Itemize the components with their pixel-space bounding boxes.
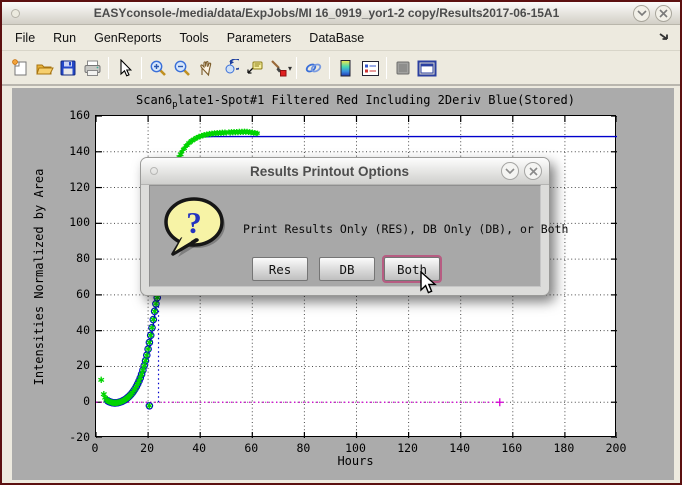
menu-item-database[interactable]: DataBase	[300, 28, 373, 48]
dock-figure-button[interactable]	[415, 56, 439, 80]
zoom-out-icon	[173, 59, 191, 77]
res-button[interactable]: Res	[252, 257, 308, 281]
chevron-down-icon	[637, 10, 647, 17]
x-axis-label: Hours	[95, 454, 616, 468]
legend-icon	[361, 60, 380, 77]
x-tick-label: 140	[440, 441, 480, 455]
window-title: EASYconsole-/media/data/ExpJobs/MI 16_09…	[20, 6, 633, 20]
dialog-close-button[interactable]	[524, 162, 542, 180]
rotate-3d-button[interactable]	[218, 56, 242, 80]
close-button[interactable]	[655, 5, 672, 22]
y-tick-label: 60	[40, 287, 90, 301]
menu-item-run[interactable]: Run	[44, 28, 85, 48]
chevron-down-icon	[505, 168, 515, 175]
new-document-icon	[11, 59, 29, 77]
zoom-in-icon	[149, 59, 167, 77]
dialog-titlebar[interactable]: Results Printout Options	[141, 158, 549, 185]
toolbar: ▾	[2, 52, 680, 86]
shade-button[interactable]	[633, 5, 650, 22]
plot-tools-icon	[395, 60, 411, 76]
menu-item-file[interactable]: File	[6, 28, 44, 48]
y-tick-label: 40	[40, 323, 90, 337]
app-window: EASYconsole-/media/data/ExpJobs/MI 16_09…	[0, 0, 682, 485]
window-titlebar[interactable]: EASYconsole-/media/data/ExpJobs/MI 16_09…	[2, 2, 680, 25]
data-cursor-icon	[245, 59, 264, 77]
pointer-icon	[117, 59, 133, 77]
colorbar-icon	[339, 59, 353, 78]
data-cursor-button[interactable]	[242, 56, 266, 80]
x-tick-label: 120	[388, 441, 428, 455]
y-tick-label: -20	[40, 430, 90, 444]
pointer-tool-button[interactable]	[113, 56, 137, 80]
x-tick-label: 40	[179, 441, 219, 455]
question-bubble-icon: ?	[160, 194, 232, 260]
insert-legend-button[interactable]	[358, 56, 382, 80]
x-tick-label: 100	[336, 441, 376, 455]
y-tick-label: 80	[40, 251, 90, 265]
window-menu-button[interactable]	[11, 9, 20, 18]
open-folder-icon	[35, 59, 54, 77]
x-tick-label: 80	[283, 441, 323, 455]
link-plots-icon	[304, 59, 323, 77]
close-icon	[529, 167, 538, 176]
results-printout-dialog: Results Printout Options ? Print Results…	[140, 157, 550, 296]
open-button[interactable]	[32, 56, 56, 80]
db-button[interactable]: DB	[319, 257, 375, 281]
y-tick-label: 120	[40, 180, 90, 194]
link-plots-button[interactable]	[301, 56, 325, 80]
hide-plot-tools-button[interactable]	[391, 56, 415, 80]
brush-button[interactable]	[266, 56, 290, 80]
menu-item-genreports[interactable]: GenReports	[85, 28, 170, 48]
close-icon	[659, 9, 668, 18]
both-button[interactable]: Both	[384, 257, 440, 281]
x-tick-label: 20	[127, 441, 167, 455]
x-tick-label: 180	[544, 441, 584, 455]
svg-text:?: ?	[186, 205, 202, 240]
dialog-menu-button[interactable]	[150, 167, 158, 175]
brush-icon	[269, 59, 287, 77]
pan-button[interactable]	[194, 56, 218, 80]
x-tick-label: 60	[231, 441, 271, 455]
y-tick-label: 160	[40, 108, 90, 122]
y-tick-label: 140	[40, 144, 90, 158]
dialog-shade-button[interactable]	[501, 162, 519, 180]
menu-item-tools[interactable]: Tools	[171, 28, 218, 48]
new-file-button[interactable]	[8, 56, 32, 80]
dialog-title: Results Printout Options	[158, 164, 501, 179]
dropdown-caret-icon[interactable]: ▾	[288, 64, 292, 73]
menu-item-parameters[interactable]: Parameters	[218, 28, 301, 48]
insert-colorbar-button[interactable]	[334, 56, 358, 80]
detach-arrow-icon[interactable]	[659, 31, 670, 45]
print-icon	[83, 59, 102, 77]
zoom-out-button[interactable]	[170, 56, 194, 80]
pan-hand-icon	[197, 59, 215, 77]
dock-figure-icon	[417, 60, 437, 77]
plot-title: Scan6plate1-Spot#1 Filtered Red Includin…	[95, 93, 616, 110]
y-tick-label: 100	[40, 215, 90, 229]
menu-bar: File Run GenReports Tools Parameters Dat…	[2, 26, 680, 51]
zoom-in-button[interactable]	[146, 56, 170, 80]
dialog-body: ? Print Results Only (RES), DB Only (DB)…	[149, 185, 541, 287]
y-tick-label: 20	[40, 358, 90, 372]
x-tick-label: 200	[596, 441, 636, 455]
save-button[interactable]	[56, 56, 80, 80]
rotate-3d-icon	[221, 59, 239, 77]
y-tick-label: 0	[40, 394, 90, 408]
print-button[interactable]	[80, 56, 104, 80]
dialog-message: Print Results Only (RES), DB Only (DB), …	[243, 222, 568, 236]
x-tick-label: 160	[492, 441, 532, 455]
save-icon	[59, 59, 77, 77]
